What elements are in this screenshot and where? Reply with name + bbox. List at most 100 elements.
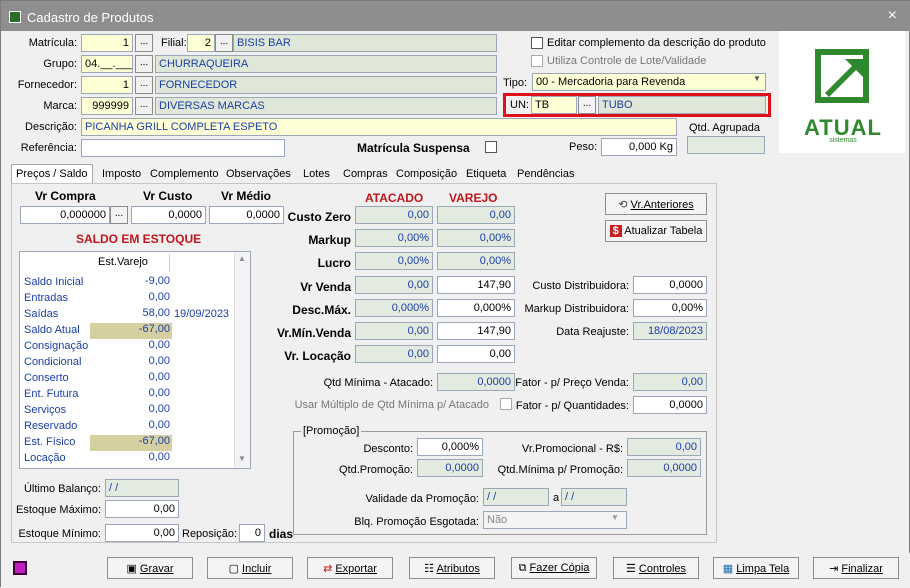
descricao-input[interactable]: PICANHA GRILL COMPLETA ESPETO [81, 118, 677, 136]
matricula-input[interactable]: 1 [81, 34, 133, 52]
vr-promocional-input[interactable]: 0,00 [627, 438, 701, 456]
vr-venda-varejo[interactable]: 147,90 [437, 276, 515, 294]
scroll-up-icon[interactable]: ▲ [238, 254, 246, 263]
fornecedor-input[interactable]: 1 [81, 76, 133, 94]
desc-max-varejo[interactable]: 0,000% [437, 299, 515, 317]
tab-lotes[interactable]: Lotes [303, 165, 330, 184]
limpa-tela-button[interactable]: ▦ Limpa Tela [713, 557, 799, 579]
save-disk-icon[interactable] [13, 561, 27, 575]
matricula-lookup-button[interactable]: ... [135, 34, 153, 52]
marca-lookup-button[interactable]: ... [135, 97, 153, 115]
validade-fim-input[interactable]: / / [561, 488, 627, 506]
tab-complemento[interactable]: Complemento [150, 165, 218, 184]
reposicao-input[interactable]: 0 [239, 524, 265, 542]
saldo-row-value: 0,00 [148, 355, 170, 367]
peso-input[interactable]: 0,000 Kg [601, 138, 677, 156]
lote-validade-checkbox[interactable] [531, 55, 543, 67]
saldo-row-label: Reservado [24, 420, 78, 432]
qtd-agrupada-input [687, 136, 765, 154]
fornecedor-lookup-button[interactable]: ... [135, 76, 153, 94]
blq-promocao-select[interactable]: Não [483, 511, 627, 529]
table-row: Conserto 0,00 [22, 371, 234, 387]
desc-max-atacado[interactable]: 0,000% [355, 299, 433, 317]
chevron-down-icon[interactable]: ▼ [749, 74, 765, 90]
referencia-input[interactable] [81, 139, 285, 157]
ultimo-balanco-input: / / [105, 479, 179, 497]
desconto-input[interactable]: 0,000% [417, 438, 483, 456]
tab-composicao[interactable]: Composição [396, 165, 457, 184]
history-icon: ⟲ [618, 199, 631, 211]
app-icon [9, 11, 21, 23]
filial-input[interactable]: 2 [187, 34, 215, 52]
qtd-minima-promocao-input[interactable]: 0,0000 [627, 459, 701, 477]
custo-zero-varejo: 0,00 [437, 206, 515, 224]
atualizar-tabela-label: Atualizar Tabela [624, 225, 703, 237]
tab-compras[interactable]: Compras [343, 165, 388, 184]
table-row: Saídas 58,00 19/09/2023 [22, 307, 234, 323]
referencia-label: Referência: [20, 142, 77, 154]
saldo-row-value: 0,00 [148, 291, 170, 303]
copy-icon: ⧉ [518, 562, 530, 574]
fornecedor-label: Fornecedor: [17, 79, 77, 91]
exit-door-icon: ⇥ [829, 563, 842, 575]
vr-compra-input[interactable]: 0,000000 [20, 206, 110, 224]
marca-input[interactable]: 999999 [81, 97, 133, 115]
qtd-minima-atacado-input[interactable]: 0,0000 [437, 373, 515, 391]
tab-pendencias[interactable]: Pendências [517, 165, 575, 184]
vr-custo-input[interactable]: 0,0000 [131, 206, 206, 224]
tab-imposto[interactable]: Imposto [102, 165, 141, 184]
tab-etiqueta[interactable]: Etiqueta [466, 165, 506, 184]
estoque-maximo-input[interactable]: 0,00 [105, 500, 179, 518]
un-lookup-button[interactable]: ... [578, 96, 596, 114]
tab-precos-saldo[interactable]: Preços / Saldo [11, 164, 93, 183]
gravar-label: Gravar [139, 563, 174, 575]
grid-column-header: Est.Varejo [88, 254, 170, 272]
close-icon[interactable]: × [888, 7, 897, 25]
vr-venda-atacado[interactable]: 0,00 [355, 276, 433, 294]
table-row: Est. Físico -67,00 [22, 435, 234, 451]
vr-locacao-varejo[interactable]: 0,00 [437, 345, 515, 363]
vr-locacao-atacado[interactable]: 0,00 [355, 345, 433, 363]
editar-complemento-checkbox[interactable] [531, 37, 543, 49]
markup-distribuidora-input[interactable]: 0,00% [633, 299, 707, 317]
qtd-promocao-label: Qtd.Promoção: [339, 464, 413, 476]
atualizar-tabela-button[interactable]: $ Atualizar Tabela [605, 220, 707, 242]
window-title: Cadastro de Produtos [27, 10, 154, 25]
finalizar-button[interactable]: ⇥ Finalizar [813, 557, 899, 579]
filial-lookup-button[interactable]: ... [215, 34, 233, 52]
exportar-button[interactable]: ⇄ Exportar [307, 557, 393, 579]
grid-scrollbar[interactable]: ▲ ▼ [234, 252, 250, 468]
lote-validade-label: Utiliza Controle de Lote/Validade [547, 55, 707, 67]
estoque-minimo-input[interactable]: 0,00 [105, 524, 179, 542]
grupo-lookup-button[interactable]: ... [135, 55, 153, 73]
grupo-input[interactable]: 04.__.___ [81, 55, 133, 73]
fator-quantidades-input[interactable]: 0,0000 [633, 396, 707, 414]
gravar-button[interactable]: ▣ Gravar [107, 557, 193, 579]
fator-preco-venda-input[interactable]: 0,00 [633, 373, 707, 391]
un-name: TUBO [598, 96, 766, 114]
tab-observacoes[interactable]: Observações [226, 165, 291, 184]
vr-anteriores-button[interactable]: ⟲ Vr.Anteriores [605, 193, 707, 215]
vr-min-venda-atacado[interactable]: 0,00 [355, 322, 433, 340]
custo-distribuidora-input[interactable]: 0,0000 [633, 276, 707, 294]
table-row: Entradas 0,00 [22, 291, 234, 307]
vr-compra-lookup-button[interactable]: ... [110, 206, 128, 224]
incluir-button[interactable]: ▢ Incluir [207, 557, 293, 579]
fazer-copia-button[interactable]: ⧉ Fazer Cópia [511, 557, 597, 579]
un-input[interactable]: TB [531, 96, 577, 114]
validade-inicio-input[interactable]: / / [483, 488, 549, 506]
saldo-row-label: Consignação [24, 340, 89, 352]
matricula-suspensa-checkbox[interactable] [485, 141, 497, 153]
tipo-select[interactable]: 00 - Mercadoria para Revenda [532, 73, 766, 91]
atributos-button[interactable]: ☷ Atributos [409, 557, 495, 579]
scroll-down-icon[interactable]: ▼ [238, 454, 246, 463]
qtd-promocao-input[interactable]: 0,0000 [417, 459, 483, 477]
chevron-down-icon[interactable]: ▼ [611, 513, 619, 522]
controles-button[interactable]: ☰ Controles [613, 557, 699, 579]
vr-min-venda-varejo[interactable]: 147,90 [437, 322, 515, 340]
matricula-suspensa-label: Matrícula Suspensa [357, 141, 470, 155]
matricula-label: Matrícula: [28, 37, 77, 49]
saldo-row-label: Locação [24, 452, 66, 464]
reposicao-label: Reposição: [182, 528, 238, 540]
fator-quantidades-label: Fator - p/ Quantidades: [515, 400, 629, 412]
